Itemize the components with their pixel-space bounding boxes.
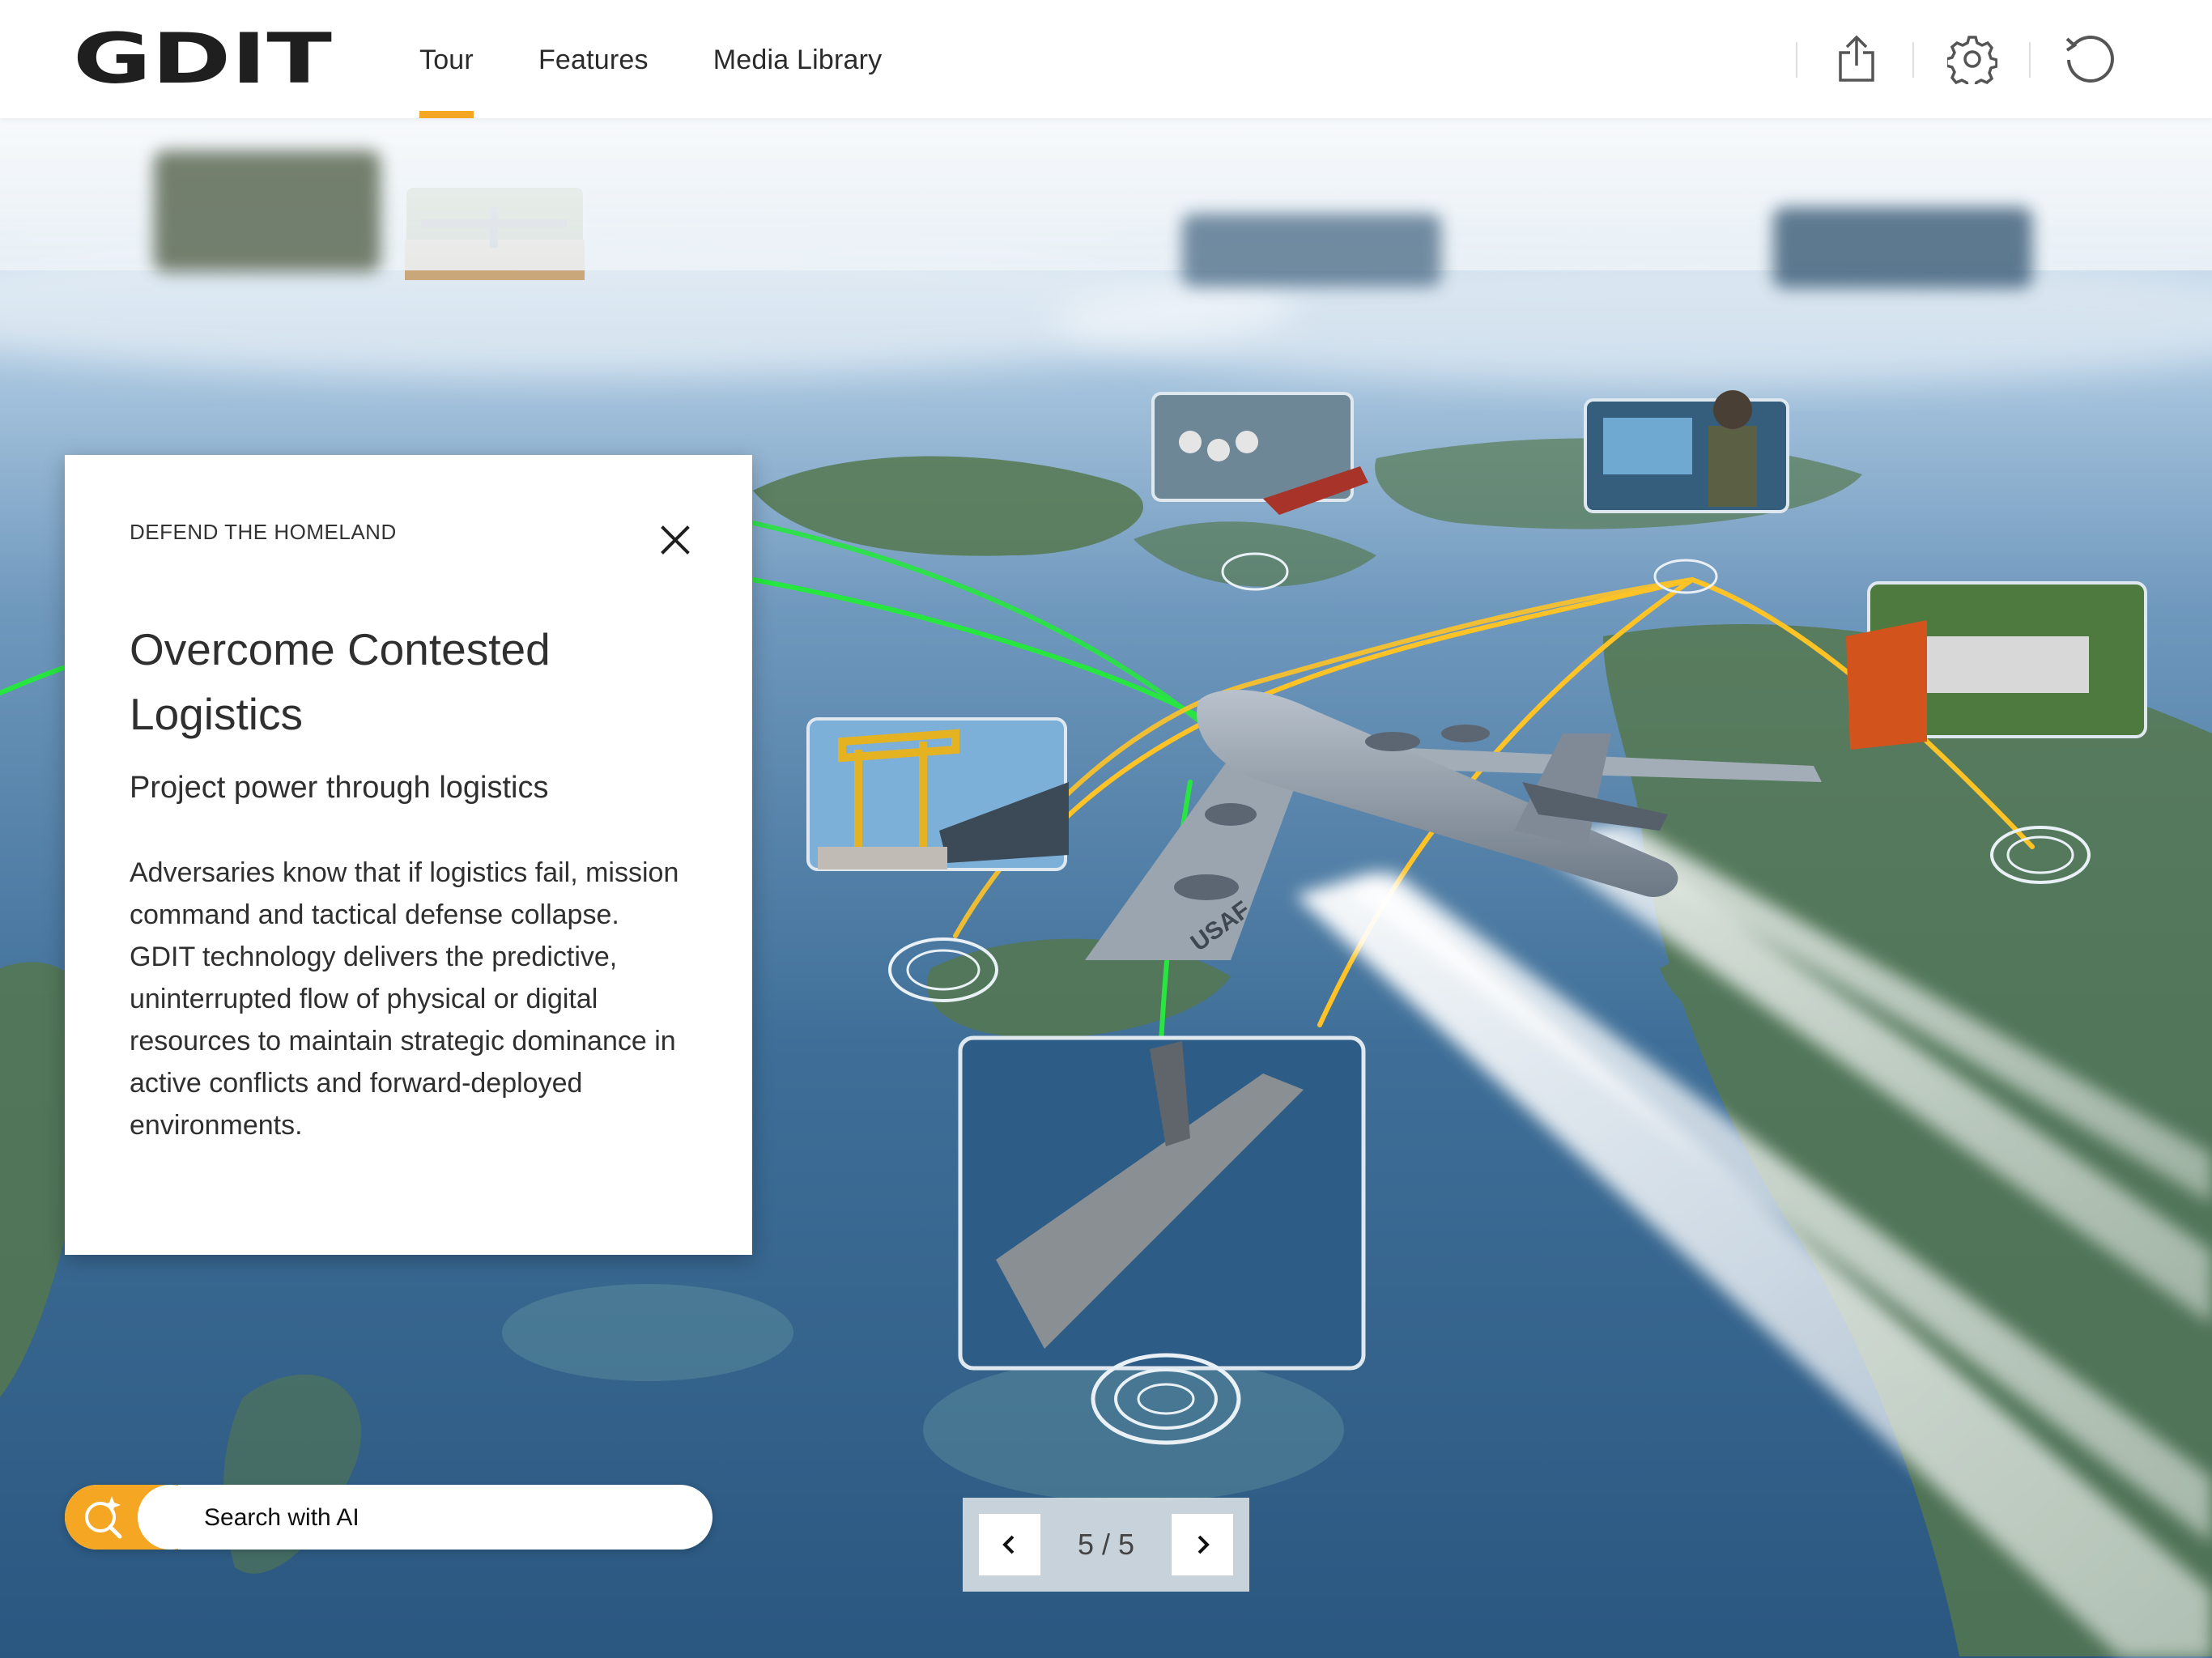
panel-paragraph: Adversaries know that if logistics fail,… (130, 857, 679, 930)
top-header: GDIT Tour Features Media Library (0, 0, 2212, 118)
header-divider (1796, 42, 1797, 78)
share-button[interactable] (1828, 31, 1885, 87)
header-divider (1912, 42, 1914, 78)
previous-slide-button[interactable] (979, 1514, 1040, 1575)
panel-paragraph: GDIT technology delivers the predictive,… (130, 942, 676, 1141)
settings-button[interactable] (1944, 31, 2001, 87)
svg-text:GDIT: GDIT (73, 31, 332, 87)
header-divider (2029, 42, 2031, 78)
panel-body: Adversaries know that if logistics fail,… (130, 852, 696, 1146)
panel-subtitle: Project power through logistics (130, 771, 549, 805)
nav-tab-features[interactable]: Features (538, 0, 649, 118)
panel-eyebrow: DEFEND THE HOMELAND (130, 520, 397, 544)
blurred-thumbnail (1773, 207, 2032, 288)
ai-search-bar (65, 1485, 713, 1551)
chevron-right-icon (1197, 1535, 1210, 1554)
search-input[interactable] (202, 1485, 691, 1551)
share-icon (1839, 35, 1874, 82)
gdit-logo[interactable]: GDIT (73, 31, 332, 87)
blurred-thumbnail (154, 151, 381, 272)
close-button[interactable] (655, 520, 696, 560)
nav-tab-media-library[interactable]: Media Library (713, 0, 883, 118)
restart-button[interactable] (2061, 31, 2117, 87)
reset-icon (2065, 36, 2114, 83)
blurred-thumbnail-strip (0, 118, 2212, 288)
search-field-cap (138, 1485, 202, 1550)
nav-tab-tour[interactable]: Tour (419, 0, 474, 118)
gear-icon (1947, 36, 1997, 84)
slide-pager: 5 / 5 (963, 1498, 1249, 1592)
ai-sparkle-search-icon (85, 1496, 122, 1539)
chevron-left-icon (1002, 1535, 1015, 1554)
next-slide-button[interactable] (1172, 1514, 1233, 1575)
blurred-thumbnail (1182, 214, 1441, 287)
info-panel: DEFEND THE HOMELAND Overcome Contested L… (65, 455, 752, 1255)
panel-title: Overcome Contested Logistics (130, 624, 551, 739)
close-icon (661, 525, 690, 555)
main-nav: Tour Features Media Library (419, 0, 882, 118)
